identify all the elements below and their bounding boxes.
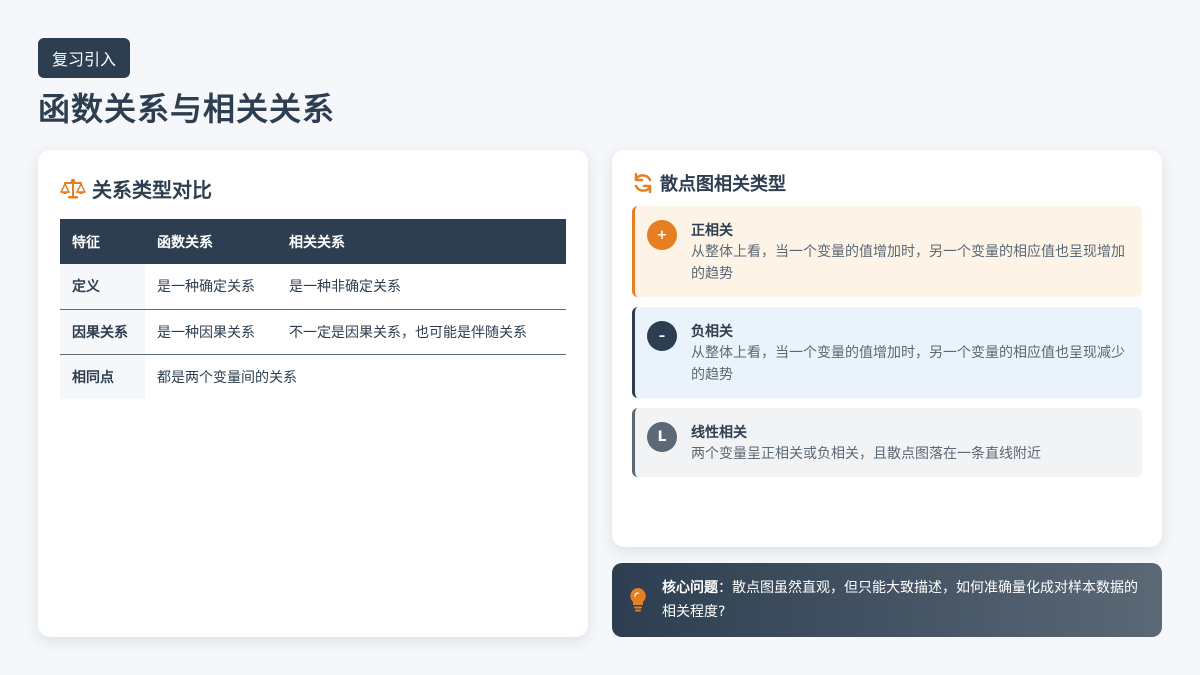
scale-icon — [60, 178, 86, 200]
column-header-feature: 特征 — [60, 219, 145, 264]
type-name: 正相关 — [691, 223, 733, 239]
section-tag: 复习引入 — [38, 38, 131, 78]
row-correlation-value: 不一定是因果关系，也可能是伴随关系 — [289, 324, 527, 341]
lightbulb-icon — [628, 587, 648, 613]
type-name: 负相关 — [691, 324, 733, 340]
row-feature: 因果关系 — [60, 309, 145, 354]
core-question-separator: ： — [718, 580, 732, 596]
type-description: 从整体上看，当一个变量的值增加时，另一个变量的相应值也呈现减少的趋势 — [691, 345, 1125, 383]
compare-title-text: 关系类型对比 — [92, 178, 212, 202]
plus-icon: + — [647, 220, 677, 250]
table-row: 定义 是一种确定关系 是一种非确定关系 — [60, 264, 566, 309]
scatter-types-card: 散点图相关类型 + 正相关 从整体上看，当一个变量的值增加时，另一个变量的相应值… — [612, 150, 1162, 547]
type-name: 线性相关 — [691, 425, 747, 441]
compare-table: 特征 函数关系 相关关系 定义 是一种确定关系 是一种非确定关系 因果关系 是一… — [60, 219, 566, 399]
relation-compare-card: 关系类型对比 特征 函数关系 相关关系 定义 是一种确定关系 是一种非确定关系 … — [38, 150, 588, 637]
row-feature: 定义 — [60, 264, 145, 309]
row-feature: 相同点 — [60, 354, 145, 399]
minus-icon: – — [647, 321, 677, 351]
type-negative-correlation: – 负相关 从整体上看，当一个变量的值增加时，另一个变量的相应值也呈现减少的趋势 — [632, 307, 1142, 398]
page-title: 函数关系与相关关系 — [38, 90, 336, 128]
compare-card-title: 关系类型对比 — [60, 174, 566, 203]
row-correlation-value: 是一种非确定关系 — [289, 279, 401, 296]
type-description: 两个变量呈正相关或负相关，且散点图落在一条直线附近 — [691, 446, 1041, 462]
type-description: 从整体上看，当一个变量的值增加时，另一个变量的相应值也呈现增加的趋势 — [691, 244, 1125, 282]
core-question-label: 核心问题 — [662, 580, 718, 596]
scatter-card-title: 散点图相关类型 — [632, 170, 1142, 196]
table-row: 因果关系 是一种因果关系 不一定是因果关系，也可能是伴随关系 — [60, 309, 566, 354]
table-row: 相同点 都是两个变量间的关系 — [60, 354, 566, 399]
table-header-row: 特征 函数关系 相关关系 — [60, 219, 566, 264]
row-function-value: 是一种确定关系 — [157, 279, 255, 296]
core-question-body: 散点图虽然直观，但只能大致描述，如何准确量化成对样本数据的相关程度? — [662, 580, 1138, 620]
scatter-title-text: 散点图相关类型 — [660, 174, 786, 195]
linear-icon: L — [647, 422, 677, 452]
column-header-correlation: 相关关系 — [277, 219, 566, 264]
core-question-banner: 核心问题：散点图虽然直观，但只能大致描述，如何准确量化成对样本数据的相关程度? — [612, 563, 1162, 637]
type-linear-correlation: L 线性相关 两个变量呈正相关或负相关，且散点图落在一条直线附近 — [632, 408, 1142, 477]
row-merged-value: 都是两个变量间的关系 — [157, 369, 297, 386]
type-positive-correlation: + 正相关 从整体上看，当一个变量的值增加时，另一个变量的相应值也呈现增加的趋势 — [632, 206, 1142, 297]
row-function-value: 是一种因果关系 — [157, 324, 255, 341]
column-header-function: 函数关系 — [145, 219, 277, 264]
core-question-text: 核心问题：散点图虽然直观，但只能大致描述，如何准确量化成对样本数据的相关程度? — [662, 576, 1142, 624]
refresh-icon — [632, 172, 654, 194]
